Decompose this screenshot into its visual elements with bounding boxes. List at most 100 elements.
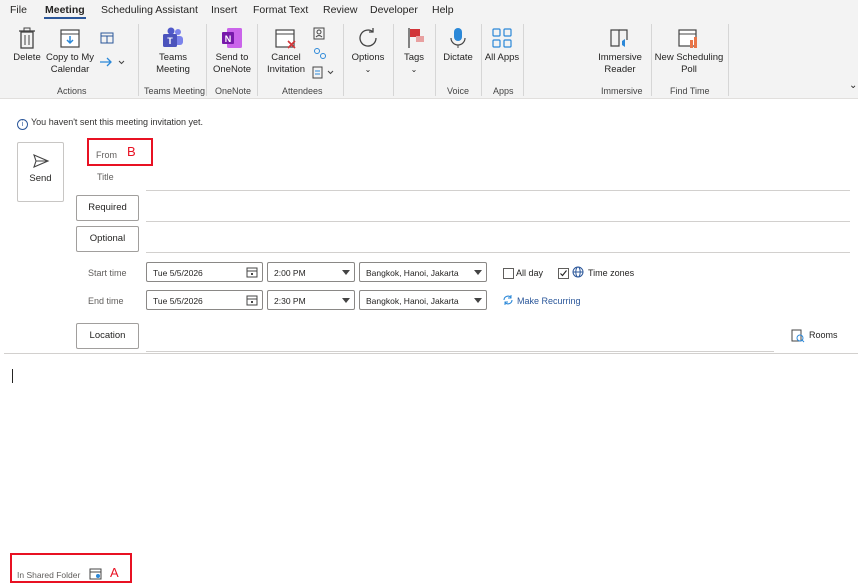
meeting-body-editor[interactable] (4, 355, 854, 545)
ribbon-collapse-chevron-icon[interactable]: ⌄ (849, 80, 857, 91)
caret-down-icon (474, 270, 482, 275)
dictate-label: Dictate (443, 52, 473, 63)
onenote-icon: N (222, 28, 242, 48)
rooms-button[interactable]: Rooms (809, 330, 838, 340)
end-timezone-dropdown[interactable]: Bangkok, Hanoi, Jakarta (359, 290, 487, 310)
immersive-reader-label: Immersive Reader (598, 52, 642, 75)
immersive-reader-button[interactable]: Immersive Reader (592, 26, 648, 76)
menu-insert[interactable]: Insert (211, 4, 237, 16)
end-timezone-value: Bangkok, Hanoi, Jakarta (366, 296, 459, 306)
checkmark-icon (560, 270, 567, 277)
title-label: Title (97, 172, 114, 182)
all-apps-label: All Apps (484, 52, 520, 63)
unsent-notice-text: You haven't sent this meeting invitation… (31, 117, 203, 127)
annotation-letter-b: B (127, 144, 136, 159)
ribbon-separator (523, 24, 524, 96)
menu-review[interactable]: Review (323, 4, 357, 16)
menu-developer[interactable]: Developer (370, 4, 418, 16)
cancel-invitation-button[interactable]: Cancel Invitation (262, 26, 310, 76)
all-apps-button[interactable]: All Apps (484, 26, 520, 64)
new-scheduling-poll-button[interactable]: New Scheduling Poll (654, 26, 724, 76)
apps-group-label: Apps (493, 86, 514, 96)
menu-format-text[interactable]: Format Text (253, 4, 308, 16)
check-names-icon[interactable] (313, 47, 327, 60)
info-icon: i (17, 119, 28, 130)
globe-icon (572, 266, 584, 278)
optional-button[interactable]: Optional (76, 226, 139, 252)
make-recurring-link[interactable]: Make Recurring (517, 296, 581, 306)
start-time-dropdown[interactable]: 2:00 PM (267, 262, 355, 282)
calendar-copy-icon (60, 29, 80, 48)
voice-group-label: Voice (447, 86, 470, 96)
apps-grid-icon (492, 28, 512, 48)
body-separator (4, 353, 858, 354)
send-button[interactable]: Send (17, 142, 64, 202)
menu-file[interactable]: File (10, 4, 27, 16)
onenote-group-label: OneNote (215, 86, 252, 96)
forward-grid-icon[interactable] (100, 32, 114, 44)
optional-input[interactable] (146, 252, 850, 253)
ribbon-separator (257, 24, 258, 96)
new-scheduling-poll-label: New Scheduling Poll (654, 52, 724, 75)
menu-help[interactable]: Help (432, 4, 454, 16)
active-tab-underline (44, 17, 86, 19)
actions-group-label: Actions (57, 86, 87, 96)
microphone-icon (450, 28, 466, 48)
flag-icon (408, 28, 424, 48)
copy-to-calendar-label: Copy to My Calendar (45, 52, 95, 75)
tags-button[interactable]: Tags ⌄ (396, 26, 432, 76)
chevron-down-icon: ⌄ (410, 65, 418, 74)
time-zones-checkbox[interactable] (558, 268, 569, 279)
refresh-options-icon (359, 28, 377, 47)
caret-down-icon (342, 298, 350, 303)
end-date-value: Tue 5/5/2026 (153, 296, 203, 306)
attendees-group-label: Attendees (282, 86, 323, 96)
teams-meeting-button[interactable]: T Teams Meeting (144, 26, 202, 76)
copy-to-calendar-button[interactable]: Copy to My Calendar (44, 26, 96, 76)
immersive-group-label: Immersive (601, 86, 643, 96)
required-button[interactable]: Required (76, 195, 139, 221)
end-time-dropdown[interactable]: 2:30 PM (267, 290, 355, 310)
menu-scheduling-assistant[interactable]: Scheduling Assistant (101, 4, 198, 16)
annotation-letter-a: A (110, 565, 119, 580)
unsent-notice: i You haven't sent this meeting invitatio… (17, 117, 203, 130)
tags-label: Tags (403, 52, 425, 63)
caret-down-icon (342, 270, 350, 275)
title-input[interactable] (146, 190, 850, 191)
calendar-cancel-icon (275, 29, 296, 49)
ribbon-separator (343, 24, 344, 96)
send-arrow-icon (32, 154, 49, 168)
start-timezone-dropdown[interactable]: Bangkok, Hanoi, Jakarta (359, 262, 487, 282)
delete-button[interactable]: Delete (10, 26, 44, 64)
arrow-right-icon[interactable] (99, 56, 125, 68)
start-time-value: 2:00 PM (274, 268, 306, 278)
end-time-value: 2:30 PM (274, 296, 306, 306)
ribbon-separator (393, 24, 394, 96)
dictate-button[interactable]: Dictate (438, 26, 478, 64)
options-button[interactable]: Options ⌄ (348, 26, 388, 76)
send-label: Send (29, 173, 52, 184)
options-label: Options (351, 52, 385, 63)
end-date-picker[interactable]: Tue 5/5/2026 (146, 290, 263, 310)
recurring-icon (503, 295, 513, 305)
ribbon-separator (728, 24, 729, 96)
send-to-onenote-button[interactable]: N Send to OneNote (210, 26, 254, 76)
chevron-down-icon: ⌄ (364, 65, 372, 74)
all-day-checkbox[interactable] (503, 268, 514, 279)
location-button[interactable]: Location (76, 323, 139, 349)
svg-text:T: T (167, 36, 173, 46)
delete-label: Delete (13, 52, 41, 63)
end-time-label: End time (88, 296, 124, 306)
svg-text:N: N (225, 34, 232, 44)
response-options-icon[interactable] (312, 66, 336, 79)
menu-meeting[interactable]: Meeting (45, 4, 85, 16)
time-zones-label[interactable]: Time zones (588, 268, 634, 278)
ribbon: Delete Copy to My Calendar Actions T Tea… (0, 20, 858, 99)
address-book-icon[interactable] (313, 27, 325, 40)
ribbon-separator (435, 24, 436, 96)
start-date-picker[interactable]: Tue 5/5/2026 (146, 262, 263, 282)
caret-down-icon (474, 298, 482, 303)
teams-meeting-label: Teams Meeting (156, 52, 190, 75)
required-input[interactable] (146, 221, 850, 222)
location-input[interactable] (146, 351, 774, 352)
